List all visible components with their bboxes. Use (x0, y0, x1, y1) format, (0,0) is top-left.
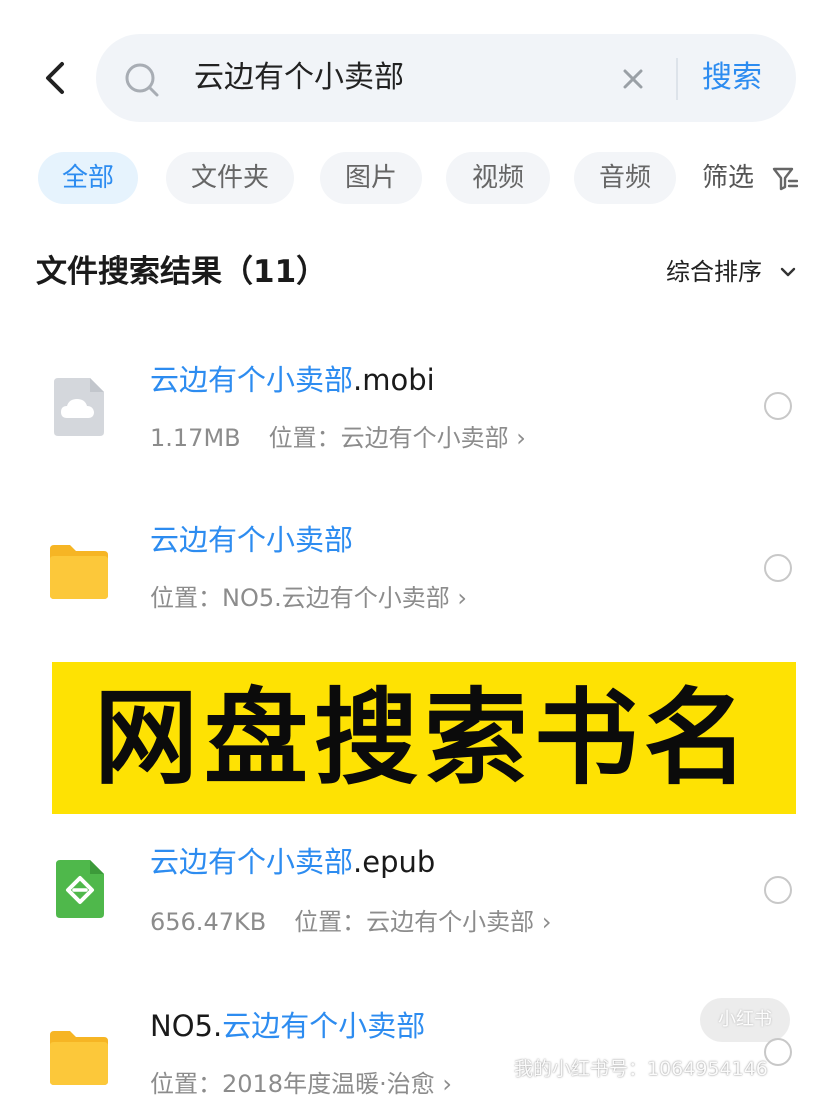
epub-icon (56, 860, 104, 918)
results-title: 文件搜索结果（11） (36, 254, 328, 290)
file-location[interactable]: 位置：云边有个小卖部 (294, 908, 534, 936)
folder-icon (50, 545, 108, 599)
chip-image[interactable]: 图片 (320, 152, 422, 204)
file-location[interactable]: 位置：云边有个小卖部 (269, 424, 509, 452)
file-row[interactable]: NO5.云边有个小卖部 位置：2018年度温暖·治愈 › (0, 986, 828, 1107)
watermark-text: 我的小红书号：1064954146 (514, 1058, 768, 1080)
filter-icon[interactable] (772, 166, 798, 192)
filter-chips: 全部 文件夹 图片 视频 音频 筛选 (38, 152, 828, 204)
file-name[interactable]: 云边有个小卖部.epub (150, 842, 435, 882)
cloud-file-icon (54, 378, 104, 436)
file-meta: 位置：2018年度温暖·治愈 › (150, 1070, 452, 1098)
select-radio[interactable] (764, 876, 792, 904)
search-divider (676, 58, 678, 100)
chip-audio[interactable]: 音频 (574, 152, 676, 204)
file-location[interactable]: 位置：NO5.云边有个小卖部 (150, 584, 450, 612)
file-size: 656.47KB (150, 908, 267, 936)
file-location[interactable]: 位置：2018年度温暖·治愈 (150, 1070, 435, 1098)
select-radio[interactable] (764, 1038, 792, 1066)
file-meta: 656.47KB 位置：云边有个小卖部 › (150, 908, 552, 936)
watermark-logo: 小红书 (700, 998, 790, 1042)
clear-icon[interactable] (622, 68, 644, 90)
sort-dropdown[interactable]: 综合排序 (666, 254, 762, 290)
file-meta: 1.17MB 位置：云边有个小卖部 › (150, 424, 526, 452)
file-meta: 位置：NO5.云边有个小卖部 › (150, 584, 467, 612)
search-bar[interactable]: 云边有个小卖部 搜索 (96, 34, 796, 122)
file-size: 1.17MB (150, 424, 241, 452)
search-input[interactable]: 云边有个小卖部 (194, 56, 404, 100)
banner: 网盘搜索书名 (52, 662, 796, 814)
chevron-left-icon (46, 62, 64, 94)
chip-all[interactable]: 全部 (38, 152, 138, 204)
select-radio[interactable] (764, 392, 792, 420)
back-button[interactable] (38, 58, 72, 98)
file-name[interactable]: NO5.云边有个小卖部 (150, 1006, 425, 1046)
file-row[interactable]: 云边有个小卖部.epub 656.47KB 位置：云边有个小卖部 › (0, 824, 828, 964)
chevron-down-icon[interactable] (780, 264, 796, 280)
file-row[interactable]: 云边有个小卖部.mobi 1.17MB 位置：云边有个小卖部 › (0, 340, 828, 480)
chip-folder[interactable]: 文件夹 (166, 152, 294, 204)
file-name[interactable]: 云边有个小卖部 (150, 520, 353, 560)
file-name[interactable]: 云边有个小卖部.mobi (150, 360, 435, 400)
select-radio[interactable] (764, 554, 792, 582)
search-button[interactable]: 搜索 (702, 56, 762, 100)
filter-button[interactable]: 筛选 (702, 152, 754, 204)
banner-text: 网盘搜索书名 (93, 677, 754, 799)
folder-icon (50, 1031, 108, 1085)
search-icon (125, 63, 159, 97)
file-row[interactable]: 云边有个小卖部 位置：NO5.云边有个小卖部 › (0, 500, 828, 640)
chip-video[interactable]: 视频 (446, 152, 550, 204)
